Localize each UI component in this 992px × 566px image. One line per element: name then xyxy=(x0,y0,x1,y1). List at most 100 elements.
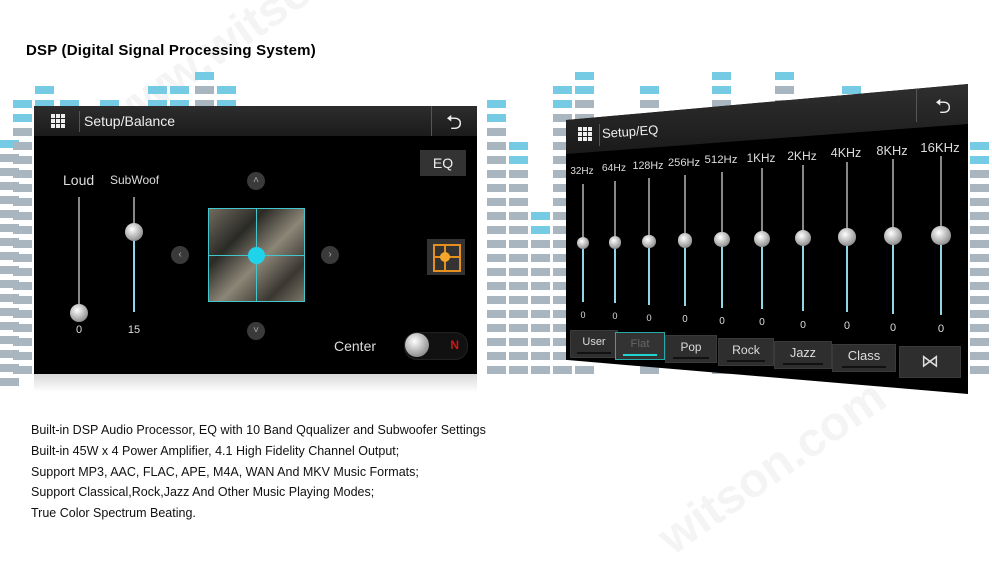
spectrum-cell xyxy=(13,240,32,248)
balance-down-button[interactable]: ˅ xyxy=(247,322,265,340)
eq-slider-knob[interactable] xyxy=(677,233,693,248)
eq-band-label: 8KHz xyxy=(876,142,908,158)
eq-band-value: 0 xyxy=(646,312,652,324)
eq-slider-track[interactable] xyxy=(802,165,804,238)
screen-reflection xyxy=(34,374,477,392)
spectrum-cell xyxy=(487,324,506,332)
spectrum-cell xyxy=(531,268,550,276)
eq-slider-knob[interactable] xyxy=(931,225,951,246)
balance-left-button[interactable]: ‹ xyxy=(171,246,189,264)
center-toggle[interactable]: N xyxy=(404,332,468,360)
spectrum-cell xyxy=(487,282,506,290)
spectrum-cell xyxy=(531,310,550,318)
feature-line: Support Classical,Rock,Jazz And Other Mu… xyxy=(31,485,375,500)
spectrum-cell xyxy=(487,254,506,262)
spectrum-cell xyxy=(170,86,189,94)
eq-slider-track[interactable] xyxy=(761,168,763,239)
spectrum-cell xyxy=(509,268,528,276)
eq-slider-track[interactable] xyxy=(892,159,894,237)
preset-flat-button[interactable]: Flat xyxy=(615,332,665,360)
eq-slider-knob[interactable] xyxy=(714,232,730,248)
preset-jazz-button[interactable]: Jazz xyxy=(774,341,832,369)
loud-slider-knob[interactable] xyxy=(70,304,88,322)
eq-slider-track[interactable] xyxy=(684,174,686,241)
feature-line: True Color Spectrum Beating. xyxy=(31,506,196,521)
eq-slider-knob[interactable] xyxy=(608,235,622,249)
spectrum-cell xyxy=(13,170,32,178)
eq-band-label: 16KHz xyxy=(920,140,960,156)
spectrum-cell xyxy=(509,282,528,290)
preset-label: Flat xyxy=(630,338,650,350)
loud-value: 0 xyxy=(75,324,83,336)
back-arrow-icon[interactable]: ⮌ xyxy=(434,108,474,142)
feature-line: Built-in 45W x 4 Power Amplifier, 4.1 Hi… xyxy=(31,443,400,458)
eq-slider-track[interactable] xyxy=(648,177,650,242)
eq-button[interactable]: EQ xyxy=(420,150,466,176)
center-toggle-state: N xyxy=(450,338,459,352)
eq-slider-knob[interactable] xyxy=(838,228,856,246)
spectrum-cell xyxy=(13,128,32,136)
preset-pop-button[interactable]: Pop xyxy=(665,335,717,363)
eq-slider-knob[interactable] xyxy=(883,227,903,246)
car-seat-balance-map[interactable] xyxy=(208,208,305,302)
eq-slider-track[interactable] xyxy=(846,162,848,238)
eq-slider-track[interactable] xyxy=(582,184,584,243)
spectrum-cell xyxy=(575,100,594,108)
loud-slider-track[interactable] xyxy=(78,197,80,312)
spectrum-cell xyxy=(575,366,594,374)
spectrum-cell xyxy=(531,324,550,332)
eq-slider-knob[interactable] xyxy=(642,234,656,249)
speaker-balance-icon[interactable]: ⋈ xyxy=(899,346,961,378)
balance-right-button[interactable]: › xyxy=(321,246,339,264)
eq-slider-track[interactable] xyxy=(721,171,723,240)
spectrum-cell xyxy=(487,156,506,164)
subwoof-label: SubWoof xyxy=(110,173,160,187)
eq-band-label: 1KHz xyxy=(746,151,776,165)
eq-slider-track[interactable] xyxy=(940,155,942,236)
balance-position-dot[interactable] xyxy=(248,247,265,264)
preset-label: Jazz xyxy=(790,346,816,360)
spectrum-cell xyxy=(13,114,32,122)
spectrum-cell xyxy=(195,86,214,94)
eq-slider-track[interactable] xyxy=(614,180,616,243)
back-arrow-icon[interactable]: ⮌ xyxy=(921,92,965,126)
eq-slider-knob[interactable] xyxy=(794,229,812,247)
spectrum-cell xyxy=(970,156,989,164)
eq-band-value: 0 xyxy=(580,310,586,320)
eq-band-value: 0 xyxy=(937,322,945,335)
spectrum-cell xyxy=(970,254,989,262)
spectrum-cell xyxy=(531,226,550,234)
eq-slider-knob[interactable] xyxy=(577,237,589,249)
spectrum-cell xyxy=(487,338,506,346)
header-divider xyxy=(431,106,432,136)
spectrum-cell xyxy=(217,86,236,94)
spectrum-cell xyxy=(509,170,528,178)
preset-rock-button[interactable]: Rock xyxy=(718,338,774,366)
loud-label: Loud xyxy=(63,172,95,188)
subwoof-slider-knob[interactable] xyxy=(125,223,143,241)
balance-up-button[interactable]: ˄ xyxy=(247,172,265,190)
spectrum-cell xyxy=(487,240,506,248)
spectrum-cell xyxy=(13,268,32,276)
spectrum-cell xyxy=(509,212,528,220)
preset-user-button[interactable]: User xyxy=(570,330,618,358)
eq-band-label: 4KHz xyxy=(830,145,862,160)
spectrum-cell xyxy=(13,100,32,108)
spectrum-cell xyxy=(487,226,506,234)
subwoof-slider-fill xyxy=(133,232,135,312)
eq-band-value: 0 xyxy=(889,321,897,334)
balance-reset-icon[interactable] xyxy=(427,239,465,275)
eq-slider-knob[interactable] xyxy=(754,230,770,247)
grid-icon[interactable] xyxy=(578,127,592,141)
spectrum-cell xyxy=(487,198,506,206)
spectrum-cell xyxy=(509,254,528,262)
spectrum-cell xyxy=(487,184,506,192)
grid-icon[interactable] xyxy=(51,114,65,128)
spectrum-cell xyxy=(575,72,594,80)
spectrum-cell xyxy=(553,100,572,108)
spectrum-cell xyxy=(970,240,989,248)
spectrum-cell xyxy=(509,338,528,346)
spectrum-cell xyxy=(531,212,550,220)
preset-class-button[interactable]: Class xyxy=(832,344,896,372)
spectrum-cell xyxy=(970,142,989,150)
